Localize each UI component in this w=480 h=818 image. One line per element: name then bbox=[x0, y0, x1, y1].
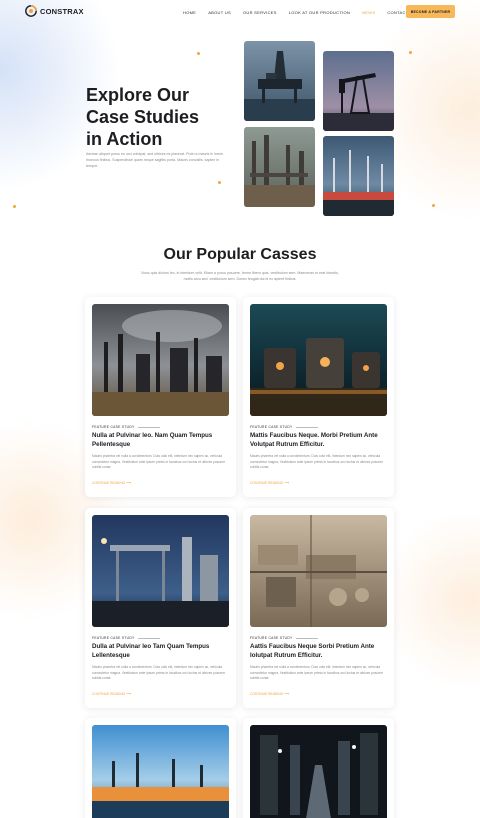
case-title: Aattis Faucibus Neque Sorbi Pretium Ante… bbox=[250, 643, 375, 659]
case-image-storage-tanks-night bbox=[250, 304, 387, 416]
case-card[interactable]: FEATURE CASE STUDY Aattis Faucibus Neque… bbox=[243, 508, 394, 708]
hero-image-port-cranes bbox=[323, 136, 394, 216]
nav-news[interactable]: NEWS bbox=[362, 10, 375, 15]
case-description: Mauris pharetra vel nulla a condimentum.… bbox=[250, 665, 384, 681]
brand-logo[interactable]: CONSTRAX bbox=[25, 5, 84, 17]
hero-image-offshore-rig bbox=[244, 41, 315, 121]
decorative-dot bbox=[218, 181, 221, 184]
brand-name: CONSTRAX bbox=[40, 6, 84, 16]
continue-reading-link[interactable]: CONTINUE READING ⟶ bbox=[250, 481, 289, 485]
hero-title: Explore Our Case Studies in Action bbox=[86, 84, 236, 150]
case-title: Mattis Faucibus Neque. Morbi Pretium Ant… bbox=[250, 432, 378, 448]
decorative-dot bbox=[432, 204, 435, 207]
case-title: Dulla at Pulvinar leo Tam Quam Tempus Le… bbox=[92, 643, 210, 659]
hero-title-line-2: Case Studies bbox=[86, 107, 200, 127]
arrow-right-icon: ⟶ bbox=[126, 481, 131, 485]
become-partner-button[interactable]: BECOME A PARTNER bbox=[406, 5, 455, 18]
arrow-right-icon: ⟶ bbox=[126, 692, 131, 696]
continue-reading-link[interactable]: CONTINUE READING ⟶ bbox=[92, 481, 131, 485]
decorative-dot bbox=[197, 52, 200, 55]
case-title: Nulla at Pulvinar leo. Nam Quam Tempus P… bbox=[92, 432, 213, 448]
arrow-right-icon: ⟶ bbox=[284, 692, 289, 696]
case-card[interactable] bbox=[85, 718, 236, 818]
case-tag: FEATURE CASE STUDY bbox=[92, 636, 160, 640]
case-card[interactable] bbox=[243, 718, 394, 818]
hero-image-oil-pump bbox=[323, 51, 394, 131]
nav-our-services[interactable]: OUR SERVICES bbox=[243, 10, 277, 15]
nav-production[interactable]: LOOK AT OUR PRODUCTION bbox=[289, 10, 350, 15]
case-image-plant-night bbox=[250, 725, 387, 818]
case-tag: FEATURE CASE STUDY bbox=[250, 425, 318, 429]
case-image-refinery-smoke bbox=[92, 304, 229, 416]
case-image-aerial-refinery bbox=[250, 515, 387, 627]
decorative-dot bbox=[13, 205, 16, 208]
section-title: Our Popular Casses bbox=[163, 246, 317, 263]
logo-icon bbox=[25, 5, 37, 17]
site-header: CONSTRAX HOME ABOUT US OUR SERVICES LOOK… bbox=[0, 0, 480, 24]
continue-reading-link[interactable]: CONTINUE READING ⟶ bbox=[250, 692, 289, 696]
decorative-dot bbox=[409, 51, 412, 54]
case-image-port-sunset bbox=[92, 725, 229, 818]
case-card[interactable]: FEATURE CASE STUDY Nulla at Pulvinar leo… bbox=[85, 297, 236, 497]
case-image-plant-dusk bbox=[92, 515, 229, 627]
case-tag: FEATURE CASE STUDY bbox=[92, 425, 160, 429]
nav-about-us[interactable]: ABOUT US bbox=[208, 10, 231, 15]
case-card[interactable]: FEATURE CASE STUDY Dulla at Pulvinar leo… bbox=[85, 508, 236, 708]
case-description: Mauris pharetra vel nulla a condimentum.… bbox=[92, 454, 226, 470]
case-tag: FEATURE CASE STUDY bbox=[250, 636, 318, 640]
case-card[interactable]: FEATURE CASE STUDY Mattis Faucibus Neque… bbox=[243, 297, 394, 497]
hero-description: Aenean aliquet purus eu orci volutpat, s… bbox=[86, 152, 224, 168]
case-description: Mauris pharetra vel nulla a condimentum.… bbox=[92, 665, 226, 681]
arrow-right-icon: ⟶ bbox=[284, 481, 289, 485]
section-description: Nunc quis dictum leo, in interdum velit.… bbox=[141, 271, 339, 281]
hero-image-refinery-towers bbox=[244, 127, 315, 207]
case-description: Mauris pharetra vel nulla a condimentum.… bbox=[250, 454, 384, 470]
continue-reading-link[interactable]: CONTINUE READING ⟶ bbox=[92, 692, 131, 696]
main-nav: HOME ABOUT US OUR SERVICES LOOK AT OUR P… bbox=[183, 10, 408, 15]
hero-title-line-1: Explore Our bbox=[86, 85, 190, 105]
nav-home[interactable]: HOME bbox=[183, 10, 196, 15]
hero-title-line-3: in Action bbox=[86, 129, 163, 149]
